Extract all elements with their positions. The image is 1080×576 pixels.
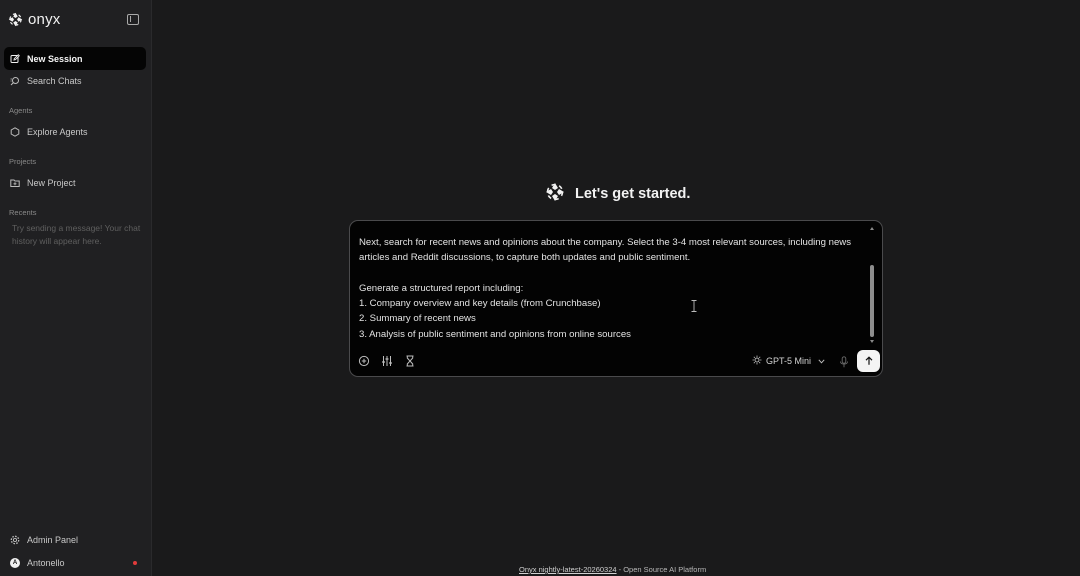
new-session-label: New Session [27,53,83,64]
new-project-label: New Project [27,177,76,188]
main-area: Let's get started. Next, search for rece… [152,0,1080,576]
chevron-down-icon [818,356,825,366]
gear-icon [10,535,20,545]
recents-section-label: Recents [9,208,37,217]
onyx-logo-icon [8,12,23,27]
user-name: Antonello [27,557,65,568]
search-chats-label: Search Chats [27,75,82,86]
edit-icon [10,53,20,64]
microphone-button[interactable] [839,355,849,368]
message-input[interactable]: Next, search for recent news and opinion… [359,235,864,342]
plus-circle-icon [358,355,370,367]
settings-sliders-button[interactable] [381,355,393,367]
new-session-button[interactable]: New Session [4,47,146,70]
hourglass-icon [406,355,414,367]
deep-research-button[interactable] [404,355,416,367]
admin-panel-button[interactable]: Admin Panel [4,528,146,551]
scroll-down-icon[interactable] [870,340,874,343]
search-chats-button[interactable]: Search Chats [4,69,146,92]
attach-button[interactable] [358,355,370,367]
scroll-up-icon[interactable] [870,227,874,230]
arrow-up-icon [865,356,872,365]
search-icon [10,76,20,86]
sparkle-icon [752,355,762,367]
microphone-icon [840,356,848,368]
send-button[interactable] [857,350,880,372]
admin-panel-label: Admin Panel [27,534,79,545]
agents-icon [10,126,20,137]
message-composer: Next, search for recent news and opinion… [349,220,883,377]
brand-name: onyx [28,10,61,28]
notification-dot [133,561,137,565]
avatar: A [10,557,20,568]
footer-tagline: - Open Source AI Platform [616,565,707,574]
folder-plus-icon [10,178,20,188]
scroll-thumb[interactable] [870,265,874,337]
app-root: onyx New Session Search Chats Agents Exp… [0,0,1080,576]
brand[interactable]: onyx [8,10,61,28]
agents-section-label: Agents [9,106,33,115]
sidebar: onyx New Session Search Chats Agents Exp… [0,0,152,576]
onyx-logo-icon [545,182,565,207]
new-project-button[interactable]: New Project [4,171,146,194]
recents-empty-hint: Try sending a message! Your chat history… [12,223,141,246]
version-link[interactable]: Onyx nightly-latest-20260324 [519,565,617,574]
welcome-header: Let's get started. [545,182,691,207]
text-cursor-icon [691,299,697,312]
footer: Onyx nightly-latest-20260324 - Open Sour… [519,565,706,574]
explore-agents-label: Explore Agents [27,126,88,137]
model-selector[interactable]: GPT-5 Mini [752,354,825,368]
model-name: GPT-5 Mini [766,356,812,366]
sliders-icon [382,356,392,366]
projects-section-label: Projects [9,157,37,166]
explore-agents-button[interactable]: Explore Agents [4,120,146,143]
page-title: Let's get started. [575,186,691,202]
composer-scrollbar[interactable] [869,227,875,343]
sidebar-toggle-icon[interactable] [127,14,139,25]
user-menu-button[interactable]: A Antonello [4,551,146,574]
